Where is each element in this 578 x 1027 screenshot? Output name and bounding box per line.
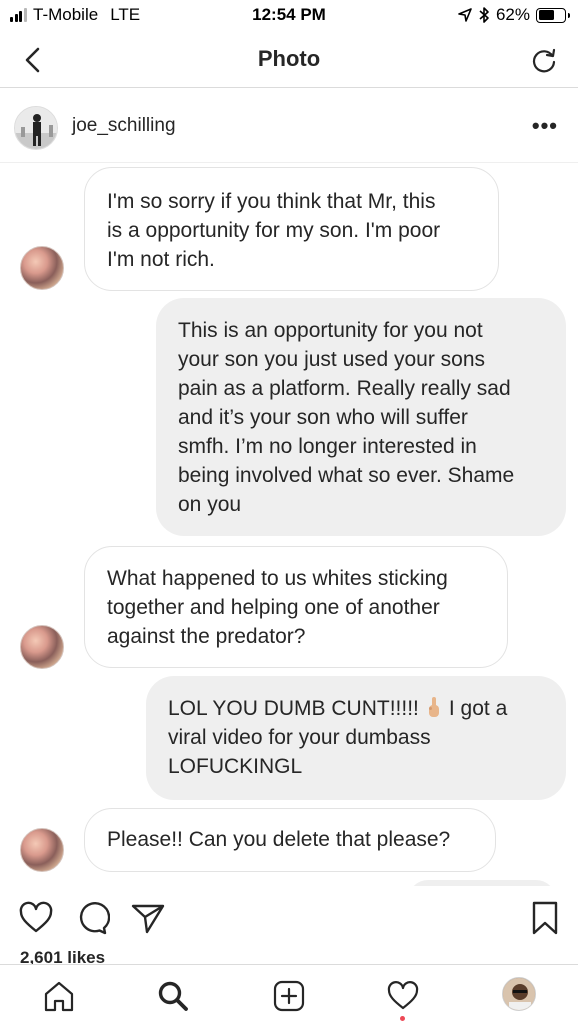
message-bubble-received: Please!! Can you delete that please? xyxy=(84,808,496,872)
post-photo: I'm so sorry if you think that Mr, this … xyxy=(0,164,578,886)
message-bubble-received: What happened to us whites sticking toge… xyxy=(84,546,508,668)
battery-icon xyxy=(536,7,570,23)
battery-percent: 62% xyxy=(495,5,530,24)
avatar-figure-icon xyxy=(15,107,57,149)
location-icon xyxy=(458,8,472,22)
profile-avatar[interactable] xyxy=(502,977,536,1011)
battery-fill xyxy=(538,10,554,20)
message-text-line: LOL YOU DUMB CUNT!!!!! I got a xyxy=(168,694,507,723)
search-icon[interactable] xyxy=(156,979,190,1013)
post-username[interactable]: joe_schilling xyxy=(72,115,176,137)
message-text: Please!! Can you delete that please? xyxy=(107,828,451,851)
page-title: Photo xyxy=(257,46,321,71)
likes-count[interactable]: 2,601 likes xyxy=(20,948,105,964)
message-text-part: I got a xyxy=(448,697,508,720)
dm-avatar xyxy=(20,246,64,290)
bookmark-icon[interactable] xyxy=(527,900,563,936)
message-text: I'm so sorry if you think that Mr, this … xyxy=(107,190,441,271)
add-post-icon[interactable] xyxy=(272,979,306,1013)
message-text: This is an opportunity for you not your … xyxy=(178,319,515,516)
message-bubble-sent: This is an opportunity for you not your … xyxy=(156,298,566,536)
share-icon[interactable] xyxy=(130,900,166,936)
message-text-part: LOL YOU DUMB CUNT!!!!! xyxy=(168,697,419,720)
avatar[interactable] xyxy=(14,106,58,150)
activity-indicator-dot xyxy=(400,1016,405,1021)
activity-icon[interactable] xyxy=(386,979,420,1013)
dm-avatar xyxy=(20,625,64,669)
post-header: joe_schilling ••• xyxy=(0,89,578,163)
status-bar: T-Mobile LTE 12:54 PM 62% xyxy=(0,0,578,30)
message-bubble-sent: LOL YOU DUMB CUNT!!!!! I got a viral vide… xyxy=(146,676,566,800)
profile-face-icon xyxy=(503,978,535,1010)
nav-bar: Photo xyxy=(0,32,578,88)
comment-icon[interactable] xyxy=(74,900,110,936)
more-options-icon[interactable]: ••• xyxy=(532,113,558,139)
refresh-icon[interactable] xyxy=(528,44,560,76)
bluetooth-icon xyxy=(479,7,489,23)
middle-finger-emoji xyxy=(428,697,439,717)
message-bubble-received: I'm so sorry if you think that Mr, this … xyxy=(84,167,499,291)
message-text: viral video for your dumbass LOFUCKINGL xyxy=(168,726,431,778)
home-icon[interactable] xyxy=(42,979,76,1013)
dm-avatar xyxy=(20,828,64,872)
post-actions xyxy=(0,886,578,950)
status-right: 62% xyxy=(458,5,570,25)
message-text: What happened to us whites sticking toge… xyxy=(107,567,448,648)
tab-bar xyxy=(0,964,578,1027)
heart-icon[interactable] xyxy=(18,900,54,936)
